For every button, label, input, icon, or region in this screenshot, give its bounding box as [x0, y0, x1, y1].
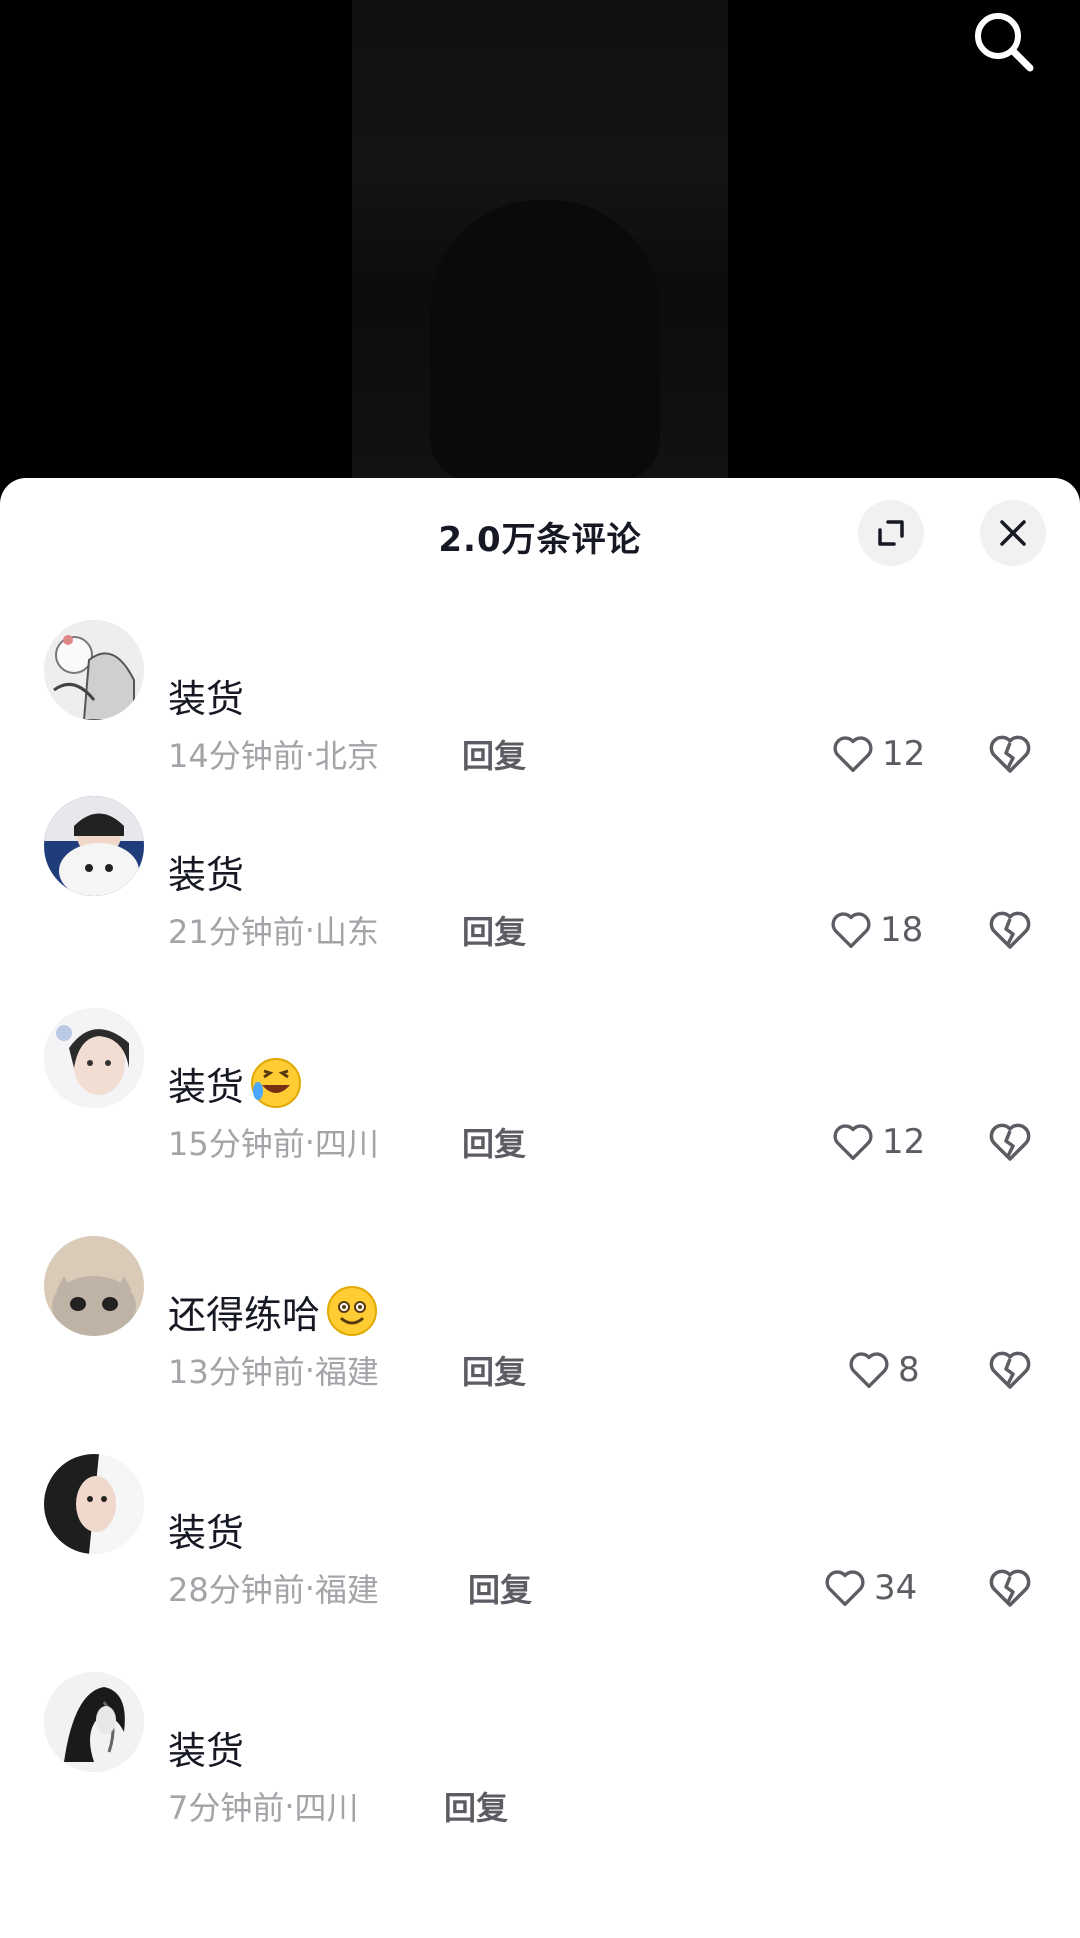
meta-separator: · — [304, 735, 315, 773]
comment-text: 装货 — [168, 1058, 304, 1109]
comment-time: 21分钟前 — [168, 913, 305, 951]
comment-location: 北京 — [314, 737, 379, 775]
avatar[interactable] — [44, 620, 144, 720]
comment-item[interactable]: 装货 28分钟前 · 福建 回复 34 — [0, 1454, 1080, 1654]
meta-separator: · — [284, 1787, 295, 1825]
rofl-emoji — [251, 1058, 302, 1108]
close-button[interactable] — [980, 500, 1046, 566]
avatar[interactable] — [44, 1008, 144, 1108]
like-button[interactable]: 8 — [846, 1344, 920, 1396]
comment-sheet: 2.0万条评论 装货 14分钟前 · 北京 回复 12 装货 21分钟前 · 山… — [0, 478, 1080, 1938]
comment-text: 装货 — [168, 1728, 245, 1773]
like-button[interactable]: 18 — [828, 904, 923, 956]
comment-location: 福建 — [314, 1353, 379, 1391]
comment-meta: 13分钟前 · 福建 — [168, 1348, 379, 1392]
comment-text: 装货 — [168, 1510, 245, 1555]
avatar[interactable] — [44, 1236, 144, 1336]
comment-time: 14分钟前 — [168, 737, 305, 775]
comment-item[interactable]: 装货 7分钟前 · 四川 回复 — [0, 1672, 1080, 1872]
like-button[interactable]: 12 — [830, 728, 925, 780]
like-count: 34 — [874, 1568, 918, 1608]
smile-emoji — [327, 1286, 378, 1336]
heart-outline-icon — [825, 1570, 865, 1606]
meta-separator: · — [304, 911, 315, 949]
heart-outline-icon — [849, 1352, 889, 1388]
comment-text: 装货 — [168, 852, 245, 897]
comment-item[interactable]: 装货 21分钟前 · 山东 回复 18 — [0, 796, 1080, 996]
comment-meta: 15分钟前 · 四川 — [168, 1120, 379, 1164]
reply-button[interactable]: 回复 — [444, 1784, 508, 1828]
like-button[interactable]: 34 — [822, 1562, 917, 1614]
comment-meta: 21分钟前 · 山东 — [168, 908, 379, 952]
comment-item[interactable]: 装货 15分钟前 · 四川 回复 12 — [0, 1008, 1080, 1208]
meta-separator: · — [304, 1123, 315, 1161]
reply-button[interactable]: 回复 — [462, 1120, 526, 1164]
reply-button[interactable]: 回复 — [462, 732, 526, 776]
comment-location: 福建 — [314, 1571, 379, 1609]
broken-heart-icon[interactable] — [986, 906, 1034, 954]
comment-item[interactable]: 还得练哈 13分钟前 · 福建 回复 8 — [0, 1236, 1080, 1436]
comment-item[interactable]: 装货 14分钟前 · 北京 回复 12 — [0, 620, 1080, 820]
broken-heart-icon[interactable] — [986, 1118, 1034, 1166]
reply-button[interactable]: 回复 — [468, 1566, 532, 1610]
heart-outline-icon — [833, 736, 873, 772]
broken-heart-icon[interactable] — [986, 1346, 1034, 1394]
avatar[interactable] — [44, 1672, 144, 1772]
comment-location: 四川 — [294, 1789, 359, 1827]
broken-heart-icon[interactable] — [986, 1564, 1034, 1612]
like-button[interactable]: 12 — [830, 1116, 925, 1168]
comment-location: 山东 — [314, 913, 379, 951]
comment-text-content: 还得练哈 — [168, 1292, 321, 1337]
heart-outline-icon — [831, 912, 871, 948]
broken-heart-icon[interactable] — [986, 730, 1034, 778]
video-player[interactable] — [0, 0, 1080, 500]
comment-time: 7分钟前 — [168, 1789, 285, 1827]
like-count: 12 — [882, 734, 926, 774]
video-subject — [430, 200, 660, 480]
reply-button[interactable]: 回复 — [462, 908, 526, 952]
meta-separator: · — [304, 1351, 315, 1389]
comment-time: 13分钟前 — [168, 1353, 305, 1391]
meta-separator: · — [304, 1569, 315, 1607]
close-icon — [1000, 520, 1026, 546]
like-count: 18 — [880, 910, 924, 950]
comment-time: 28分钟前 — [168, 1571, 305, 1609]
search-icon — [975, 13, 1034, 72]
comment-meta: 7分钟前 · 四川 — [168, 1784, 359, 1828]
comment-text: 装货 — [168, 676, 245, 721]
like-count: 8 — [898, 1350, 920, 1390]
comment-time: 15分钟前 — [168, 1125, 305, 1163]
comment-meta: 28分钟前 · 福建 — [168, 1566, 379, 1610]
comment-location: 四川 — [314, 1125, 379, 1163]
expand-button[interactable] — [858, 500, 924, 566]
comment-text: 还得练哈 — [168, 1286, 380, 1337]
avatar[interactable] — [44, 1454, 144, 1554]
reply-button[interactable]: 回复 — [462, 1348, 526, 1392]
like-count: 12 — [882, 1122, 926, 1162]
avatar[interactable] — [44, 796, 144, 896]
heart-outline-icon — [833, 1124, 873, 1160]
comment-meta: 14分钟前 · 北京 — [168, 732, 379, 776]
search-button[interactable] — [968, 6, 1038, 76]
expand-icon — [878, 520, 904, 546]
comment-text-content: 装货 — [168, 1064, 245, 1109]
